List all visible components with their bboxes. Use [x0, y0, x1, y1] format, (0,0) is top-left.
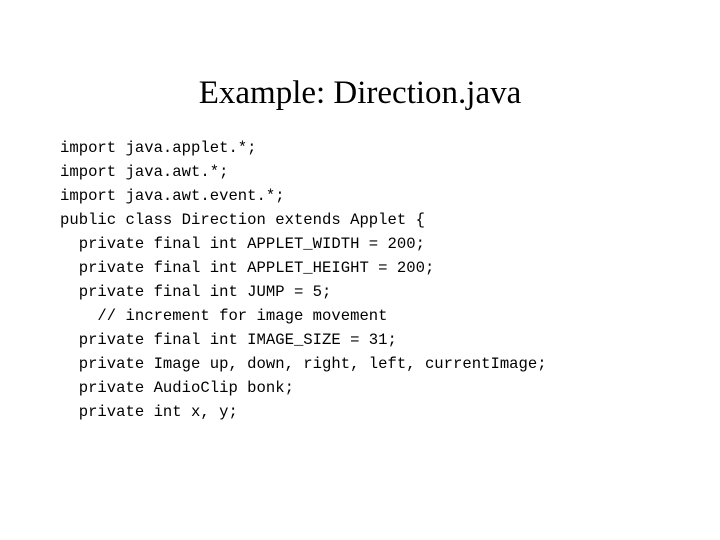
code-line: private final int APPLET_HEIGHT = 200;	[60, 259, 435, 277]
code-line: private Image up, down, right, left, cur…	[60, 355, 547, 373]
code-line: public class Direction extends Applet {	[60, 211, 425, 229]
code-line: private int x, y;	[60, 403, 238, 421]
code-line: import java.awt.*;	[60, 163, 229, 181]
code-line: // increment for image movement	[60, 307, 388, 325]
code-line: import java.awt.event.*;	[60, 187, 285, 205]
code-line: private AudioClip bonk;	[60, 379, 294, 397]
code-line: private final int IMAGE_SIZE = 31;	[60, 331, 397, 349]
code-line: private final int JUMP = 5;	[60, 283, 332, 301]
code-line: private final int APPLET_WIDTH = 200;	[60, 235, 425, 253]
page-title: Example: Direction.java	[198, 75, 522, 111]
code-line: import java.applet.*;	[60, 139, 257, 157]
code-block: import java.applet.*; import java.awt.*;…	[60, 136, 710, 424]
slide: Example: Direction.java import java.appl…	[0, 0, 720, 540]
